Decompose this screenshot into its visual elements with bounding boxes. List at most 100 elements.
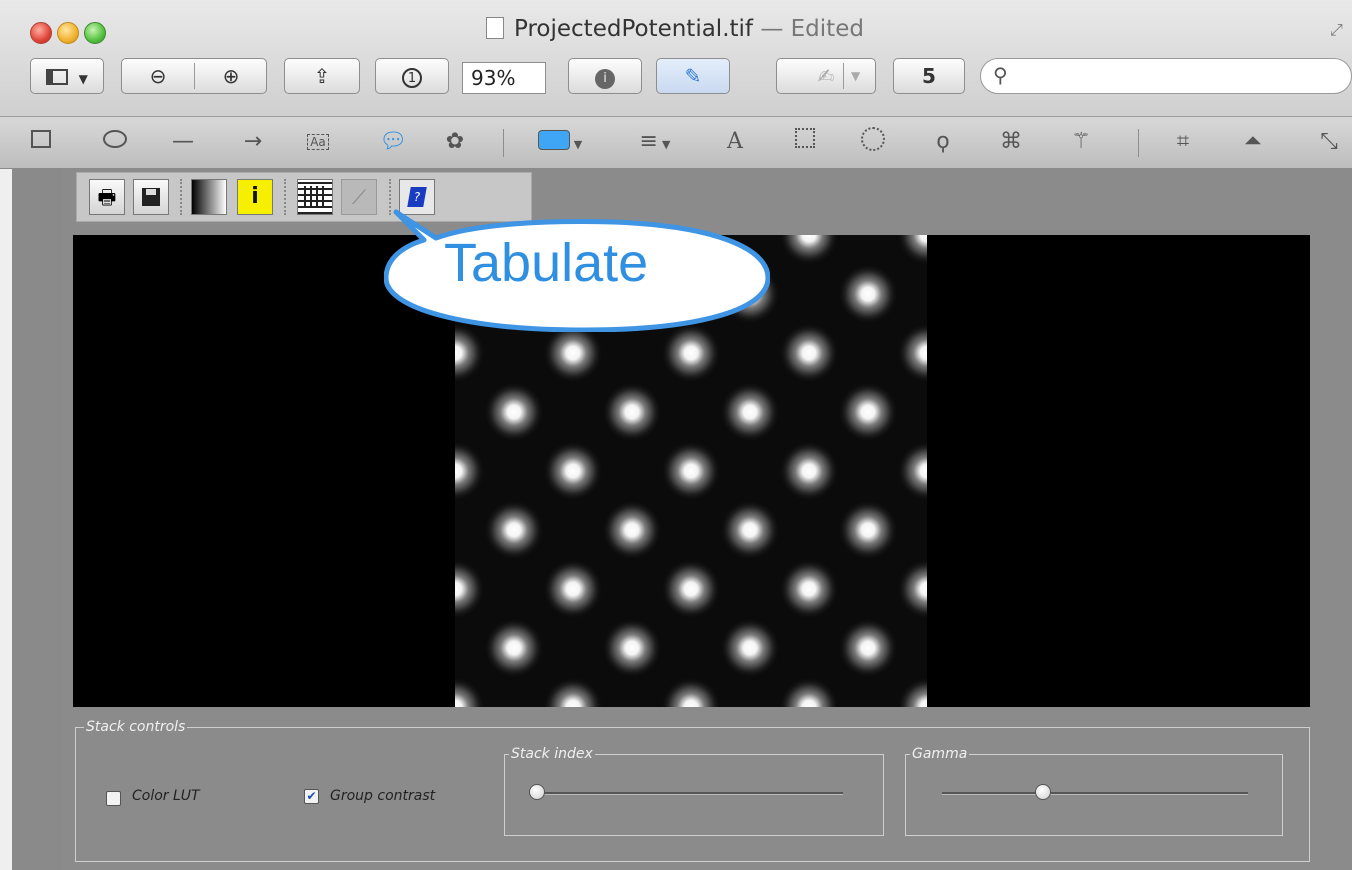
- chevron-down-icon: ▼: [78, 72, 88, 86]
- rectangle-icon[interactable]: [26, 127, 56, 157]
- sign-button[interactable]: ✍ ▼: [776, 58, 876, 94]
- color-lut-checkbox[interactable]: [106, 791, 121, 806]
- arrow-icon[interactable]: →: [238, 127, 268, 157]
- atom-spot: [720, 618, 780, 678]
- atom-spot: [455, 323, 485, 383]
- lasso-select-icon[interactable]: ϙ: [928, 127, 958, 157]
- atom-spot: [779, 323, 839, 383]
- minimize-window-button[interactable]: [57, 22, 79, 44]
- adjust-size-icon[interactable]: ⤡: [1314, 127, 1344, 157]
- fill-color-icon[interactable]: ▼: [530, 127, 590, 157]
- profile-icon[interactable]: ⟋: [341, 179, 377, 215]
- atom-spot: [779, 441, 839, 501]
- oval-icon[interactable]: [100, 127, 130, 157]
- atom-spot: [661, 441, 721, 501]
- stack-index-legend: Stack index: [509, 746, 595, 762]
- callout-text: Tabulate: [444, 233, 649, 293]
- atom-spot: [897, 441, 927, 501]
- fullscreen-icon[interactable]: ⤢: [1330, 20, 1348, 39]
- rotate-button[interactable]: 5: [893, 58, 965, 94]
- gamma-group: Gamma: [905, 746, 1283, 836]
- zoom-window-button[interactable]: [84, 22, 106, 44]
- stack-index-group: Stack index: [504, 746, 884, 836]
- stack-controls-legend: Stack controls: [84, 719, 188, 735]
- atom-spot: [602, 618, 662, 678]
- crop-icon[interactable]: ⌗: [1168, 127, 1198, 157]
- window-title: ProjectedPotential.tif — Edited: [486, 16, 864, 42]
- atom-spot: [661, 559, 721, 619]
- atom-spot: [838, 618, 898, 678]
- atom-spot: [897, 559, 927, 619]
- atom-spot: [779, 235, 839, 265]
- atom-spot: [602, 500, 662, 560]
- stack-index-slider[interactable]: [529, 784, 545, 800]
- atom-spot: [661, 323, 721, 383]
- color-lut-label: Color LUT: [132, 788, 200, 804]
- group-contrast-label: Group contrast: [330, 788, 436, 804]
- instant-alpha-icon[interactable]: ⚚: [1066, 127, 1096, 157]
- zoom-button-group: ⊖ ⊕: [121, 58, 267, 94]
- atom-spot: [897, 677, 927, 707]
- atom-spot: [484, 618, 544, 678]
- sidebar-view-icon: [46, 69, 69, 85]
- gamma-track: [942, 792, 1248, 795]
- stack-controls-panel: Stack controls Color LUT ✔ Group contras…: [75, 719, 1310, 862]
- atom-spot: [720, 382, 780, 442]
- atom-spot: [455, 441, 485, 501]
- save-icon[interactable]: [133, 179, 169, 215]
- print-icon[interactable]: 🖶︎: [89, 179, 125, 215]
- atom-spot: [543, 441, 603, 501]
- chevron-down-icon: ▼: [851, 69, 861, 83]
- ellipse-select-icon[interactable]: [858, 127, 888, 157]
- search-input[interactable]: ⚲: [980, 58, 1352, 94]
- document-icon: [486, 17, 504, 39]
- group-contrast-checkbox[interactable]: ✔: [304, 789, 319, 804]
- smart-lasso-icon[interactable]: ⌘: [996, 127, 1026, 157]
- atom-spot: [838, 264, 898, 324]
- atom-spot: [897, 235, 927, 265]
- signature-icon: ✍: [817, 64, 835, 88]
- window-left-edge: [0, 169, 12, 870]
- line-icon[interactable]: —: [168, 127, 198, 157]
- atom-spot: [779, 559, 839, 619]
- view-menu-button[interactable]: ▼: [30, 58, 104, 94]
- rect-select-icon[interactable]: [790, 127, 820, 157]
- atom-spot: [897, 323, 927, 383]
- share-button[interactable]: ⇪: [284, 58, 360, 94]
- atom-spot: [661, 677, 721, 707]
- font-icon[interactable]: A: [720, 127, 750, 157]
- atom-spot: [484, 382, 544, 442]
- stack-index-track: [537, 792, 843, 795]
- zoom-out-button[interactable]: ⊖: [122, 59, 194, 93]
- inspector-button[interactable]: i: [568, 58, 642, 94]
- speech-bubble-icon[interactable]: 💬︎: [378, 127, 408, 157]
- zoom-percent-field[interactable]: 93%: [462, 62, 546, 94]
- zoom-in-button[interactable]: ⊕: [195, 59, 267, 93]
- contrast-icon[interactable]: [191, 179, 227, 215]
- title-bar: ProjectedPotential.tif — Edited ⤢ ▼ ⊖ ⊕ …: [0, 0, 1352, 117]
- close-window-button[interactable]: [30, 22, 52, 44]
- text-box-icon[interactable]: Aa: [303, 127, 333, 157]
- atom-spot: [838, 500, 898, 560]
- star-shape-icon[interactable]: ✿: [440, 127, 470, 157]
- atom-spot: [543, 677, 603, 707]
- search-icon: ⚲: [993, 63, 1008, 87]
- pen-icon: ✎: [684, 64, 702, 88]
- atom-spot: [838, 382, 898, 442]
- line-style-icon[interactable]: ≡ ▼: [625, 127, 685, 157]
- atom-spot: [455, 677, 485, 707]
- info-icon[interactable]: i: [237, 179, 273, 215]
- share-icon: ⇪: [313, 64, 331, 88]
- edit-toolbar-button[interactable]: ✎: [656, 58, 730, 94]
- atom-spot: [543, 323, 603, 383]
- inspector-icon: i: [595, 69, 615, 89]
- gamma-slider[interactable]: [1034, 784, 1051, 800]
- gamma-legend: Gamma: [910, 746, 970, 762]
- adjust-color-icon[interactable]: ⏶: [1238, 127, 1268, 157]
- markup-toolbar: — → Aa 💬︎ ✿ ▼ ≡ ▼ A ϙ ⌘ ⚚ ⌗ ⏶ ⤡: [0, 117, 1352, 169]
- atom-spot: [543, 559, 603, 619]
- atom-spot: [720, 500, 780, 560]
- actual-size-button[interactable]: 1: [375, 58, 449, 94]
- atom-spot: [602, 382, 662, 442]
- tabulate-icon[interactable]: [297, 179, 333, 215]
